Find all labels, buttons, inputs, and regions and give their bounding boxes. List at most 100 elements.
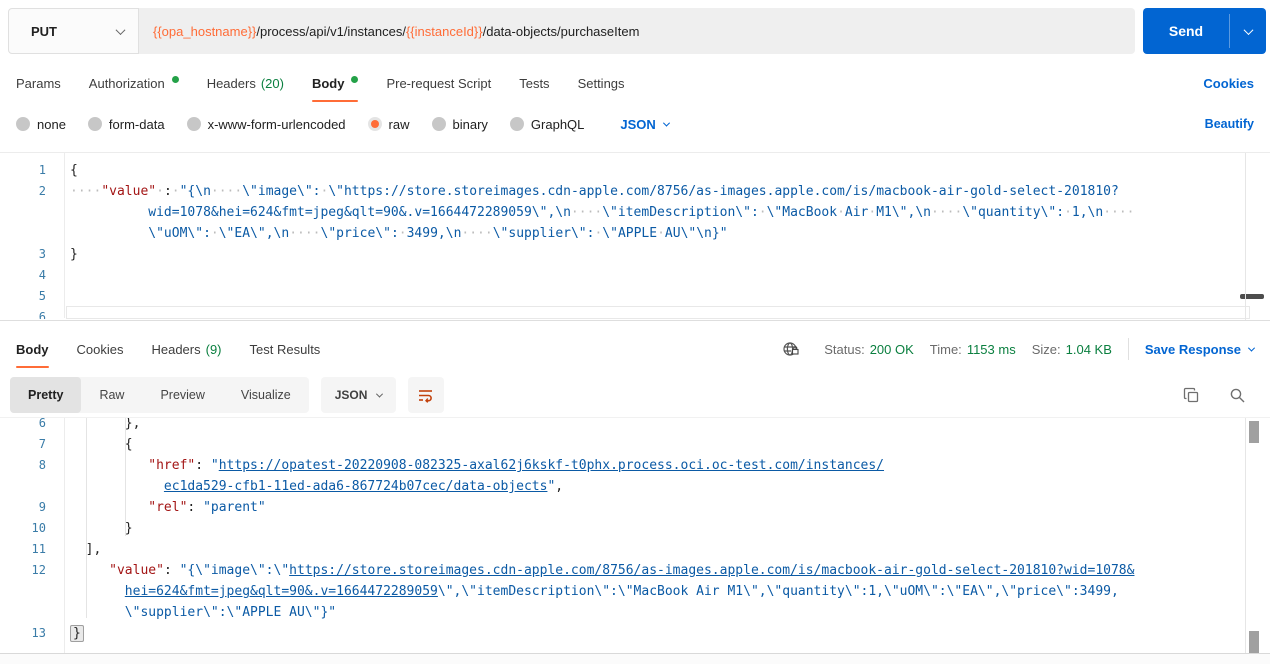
tab-body[interactable]: Body <box>311 66 359 102</box>
tab-label: Settings <box>577 75 625 91</box>
view-raw[interactable]: Raw <box>81 377 142 413</box>
response-tab-cookies[interactable]: Cookies <box>77 332 124 366</box>
size-badge: Size: 1.04 KB <box>1031 341 1112 357</box>
globe-lock-icon[interactable] <box>774 332 808 366</box>
line-number: 5 <box>38 289 46 303</box>
body-type-binary[interactable]: binary <box>431 117 488 132</box>
radio-button[interactable] <box>367 117 382 131</box>
send-button[interactable]: Send <box>1143 8 1266 54</box>
body-type-form-data[interactable]: form-data <box>87 116 165 132</box>
copy-icon[interactable] <box>1174 378 1208 412</box>
view-visualize[interactable]: Visualize <box>223 377 309 413</box>
tab-settings[interactable]: Settings <box>578 66 625 100</box>
response-tab-headers[interactable]: Headers (9) <box>151 332 221 366</box>
method-label: PUT <box>31 23 57 39</box>
tab-pre-request-script[interactable]: Pre-request Script <box>386 66 491 100</box>
code-segment: , <box>555 479 564 494</box>
code-line: 7 { <box>0 434 1252 455</box>
code-line: 10 } <box>0 518 1252 539</box>
radio-button[interactable] <box>431 117 446 131</box>
tab-tests[interactable]: Tests <box>519 66 549 100</box>
code-line: \"uOM\":·\"EA\",\n····\"price\":·3499,\n… <box>0 223 1252 244</box>
line-number: 10 <box>31 521 46 535</box>
radio-label: raw <box>388 116 410 132</box>
tab-headers[interactable]: Headers (20) <box>207 66 284 100</box>
response-tab-body[interactable]: Body <box>16 332 49 368</box>
code-segment: ···· <box>1103 205 1135 220</box>
code-link[interactable]: https://opatest-20220908-082325-axal62j6… <box>219 458 884 473</box>
line-number: 6 <box>38 310 46 319</box>
code-segment: AU\"\n}" <box>664 226 728 241</box>
line-number: 13 <box>31 626 46 640</box>
response-tab-test-results[interactable]: Test Results <box>250 332 321 366</box>
code-segment: 3499,\n <box>406 226 462 241</box>
body-type-none[interactable]: none <box>16 117 66 132</box>
code-line: 9 "rel": "parent" <box>0 497 1252 518</box>
code-link[interactable]: hei=624&fmt=jpeg&qlt=90&.v=1664472289059 <box>125 584 438 599</box>
wrap-lines-button[interactable] <box>408 377 445 413</box>
code-segment: \"price\": <box>320 226 399 241</box>
line-number <box>0 202 52 223</box>
code-line: 2 ····"value"·:·"{\n····\"image\":·\"http… <box>0 181 1252 202</box>
code-link[interactable]: ec1da529-cfb1-11ed-ada6-867724b07cec/dat… <box>164 479 548 494</box>
code-line: 12 "value": "{\"image\":\"https://store.… <box>0 560 1252 581</box>
body-type-x-www-form-urlencoded[interactable]: x-www-form-urlencoded <box>186 117 346 132</box>
beautify-link[interactable]: Beautify <box>1205 106 1254 142</box>
code-segment: ···· <box>931 205 963 220</box>
body-language-select[interactable]: JSON <box>620 117 670 132</box>
code-line: 5 <box>0 286 1252 307</box>
radio-button[interactable] <box>87 117 102 131</box>
editor-hscrollbar[interactable] <box>66 306 1250 319</box>
send-button-label[interactable]: Send <box>1143 8 1229 54</box>
chevron-down-icon <box>1243 24 1253 35</box>
code-segment: "parent" <box>203 500 266 515</box>
code-segment: wid=1078&hei=624&fmt=jpeg&qlt=90&.v=1664… <box>148 205 571 220</box>
code-segment: "value" <box>109 563 164 578</box>
radio-button[interactable] <box>509 117 524 131</box>
request-body-editor[interactable]: 1{2 ····"value"·:·"{\n····\"image\":·\"ht… <box>0 153 1252 319</box>
editor-hscrollbar-thumb[interactable] <box>1240 294 1264 299</box>
response-body-viewer[interactable]: 6 }, 7 {8 "href": "https://opatest-202209… <box>0 418 1252 653</box>
view-pretty[interactable]: Pretty <box>10 377 82 413</box>
editor-gutter-border <box>64 153 65 318</box>
green-dot-indicator <box>351 75 359 83</box>
code-segment: \"supplier\": <box>492 226 595 241</box>
line-number: 7 <box>38 437 46 451</box>
body-type-raw[interactable]: raw <box>367 116 410 132</box>
save-response-button[interactable]: Save Response <box>1145 342 1256 357</box>
radio-button[interactable] <box>16 117 30 131</box>
code-segment: "{\n <box>179 184 211 199</box>
code-line: 4 <box>0 265 1252 286</box>
method-select[interactable]: PUT <box>8 8 139 54</box>
radio-button[interactable] <box>186 117 201 131</box>
response-divider <box>0 320 1270 321</box>
code-segment: \"uOM\": <box>148 226 211 241</box>
code-link[interactable]: https://store.storeimages.cdn-apple.com/… <box>289 563 1134 578</box>
url-input[interactable]: {{opa_hostname}}/process/api/v1/instance… <box>139 8 1135 54</box>
line-number: 3 <box>38 247 46 261</box>
line-number: 4 <box>38 268 46 282</box>
send-options-button[interactable] <box>1230 8 1266 54</box>
response-language-select[interactable]: JSON <box>320 377 397 413</box>
tab-params[interactable]: Params <box>16 66 61 100</box>
cookies-link[interactable]: Cookies <box>1203 66 1254 100</box>
radio-label: GraphQL <box>530 116 585 132</box>
search-icon[interactable] <box>1220 378 1254 412</box>
line-number: 6 <box>38 418 46 430</box>
meta-divider <box>1127 338 1129 360</box>
code-segment: "{\"image\":\" <box>179 563 290 578</box>
response-scrollbar-thumb[interactable] <box>1249 421 1259 443</box>
response-scrollbar-thumb-bottom[interactable] <box>1249 631 1259 653</box>
body-type-GraphQL[interactable]: GraphQL <box>509 116 585 132</box>
view-preview[interactable]: Preview <box>142 377 222 413</box>
response-actions <box>1162 377 1254 413</box>
radio-label: form-data <box>108 116 165 132</box>
code-segment: \"MacBook <box>766 205 838 220</box>
response-scrollbar-track <box>1245 418 1246 653</box>
tab-authorization[interactable]: Authorization <box>89 66 179 100</box>
